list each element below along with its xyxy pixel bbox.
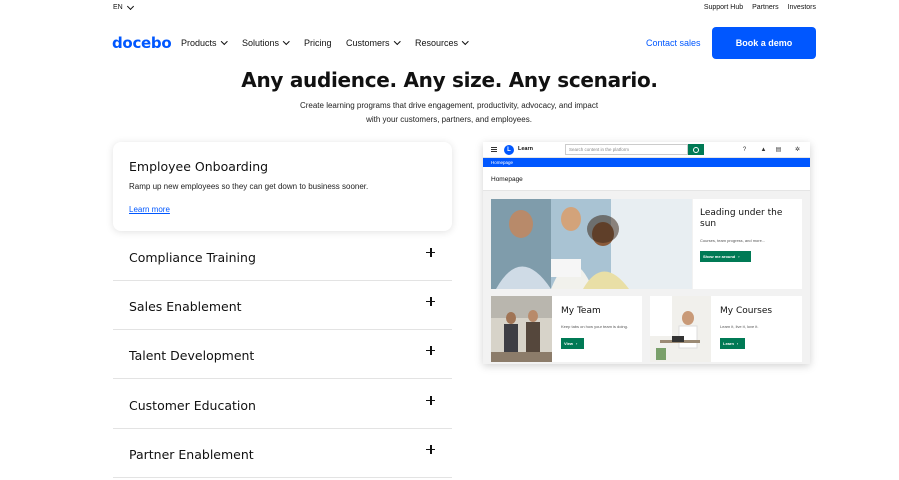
app-breadcrumb-bar: Homepage — [483, 158, 810, 167]
plus-icon — [426, 396, 435, 405]
lead-description: Courses, team progress, and more... — [700, 238, 766, 243]
nav-item-label: Solutions — [242, 38, 280, 48]
contact-sales-link[interactable]: Contact sales — [646, 38, 701, 48]
platform-preview: L Learn Search content in the platform ?… — [483, 142, 810, 364]
chevron-down-icon — [462, 38, 469, 45]
accordion-title: Partner Enablement — [129, 447, 254, 462]
my-team-tile: My Team Keep tabs on how your team is do… — [552, 296, 642, 362]
nav-item-solutions[interactable]: Solutions — [242, 38, 304, 48]
card-description: Ramp up new employees so they can get do… — [129, 182, 369, 191]
plus-icon — [426, 346, 435, 355]
app-header: L Learn Search content in the platform ?… — [483, 142, 810, 158]
chevron-down-icon — [220, 38, 227, 45]
accordion-item-sales[interactable]: Sales Enablement — [113, 281, 452, 330]
hero-title: Any audience. Any size. Any scenario. — [241, 68, 658, 92]
main-nav: docebo Products Solutions Pricing Custom… — [0, 26, 899, 60]
help-icon: ? — [742, 146, 747, 153]
utility-bar: EN Support Hub Partners Investors — [0, 0, 899, 16]
card-title: Employee Onboarding — [129, 159, 269, 174]
plus-icon — [426, 297, 435, 306]
plus-icon — [426, 248, 435, 257]
nav-item-label: Customers — [346, 38, 390, 48]
accordion-item-talent[interactable]: Talent Development — [113, 330, 452, 379]
chevron-down-icon — [126, 2, 134, 10]
accordion-title: Customer Education — [129, 398, 256, 413]
docebo-logo[interactable]: docebo — [112, 34, 172, 52]
team-photo — [491, 199, 692, 289]
tile-title: My Team — [561, 306, 601, 316]
my-courses-tile: My Courses Learn it, live it, love it. L… — [711, 296, 802, 362]
lead-title: Leading under the sun — [700, 208, 783, 229]
view-button: View › — [561, 338, 584, 349]
app-page-header: Homepage — [483, 167, 810, 191]
tile-title: My Courses — [720, 306, 773, 316]
tile-description: Keep tabs on how your team is doing. — [561, 324, 628, 329]
accordion-title: Sales Enablement — [129, 299, 242, 314]
nav-item-label: Resources — [415, 38, 459, 48]
language-selector[interactable]: EN — [113, 2, 134, 11]
show-me-around-button: Show me around › — [700, 251, 751, 262]
partners-link[interactable]: Partners — [752, 4, 778, 11]
book-demo-button[interactable]: Book a demo — [712, 27, 816, 59]
courses-tile-photo — [650, 296, 711, 362]
nav-menu: Products Solutions Pricing Customers Res… — [181, 38, 475, 48]
use-case-card-active: Employee Onboarding Ramp up new employee… — [113, 142, 452, 231]
lead-card: Leading under the sun Courses, team prog… — [693, 199, 802, 289]
app-logo: L — [504, 145, 514, 155]
support-hub-link[interactable]: Support Hub — [704, 4, 743, 11]
tile-description: Learn it, live it, love it. — [720, 324, 759, 329]
nav-item-resources[interactable]: Resources — [415, 38, 475, 48]
accordion-item-compliance[interactable]: Compliance Training — [113, 232, 452, 281]
chevron-down-icon — [283, 38, 290, 45]
nav-item-products[interactable]: Products — [181, 38, 242, 48]
accordion-title: Compliance Training — [129, 250, 256, 265]
app-name: Learn — [518, 146, 533, 152]
nav-item-label: Pricing — [304, 38, 332, 48]
language-label: EN — [113, 4, 123, 11]
search-icon — [688, 144, 704, 155]
hero-subtitle: Create learning programs that drive enga… — [299, 101, 599, 124]
learn-button: Learn › — [720, 338, 745, 349]
accordion-title: Talent Development — [129, 348, 255, 363]
nav-item-pricing[interactable]: Pricing — [304, 38, 346, 48]
hamburger-icon — [491, 147, 497, 152]
learn-more-link[interactable]: Learn more — [129, 205, 170, 214]
app-search-input: Search content in the platform — [565, 144, 688, 155]
investors-link[interactable]: Investors — [788, 4, 816, 11]
chat-icon: ▤ — [775, 147, 782, 153]
utility-links: Support Hub Partners Investors — [704, 4, 816, 11]
app-page-title: Homepage — [491, 176, 523, 183]
plus-icon — [426, 445, 435, 454]
gear-icon: ✲ — [794, 147, 801, 153]
app-breadcrumb: Homepage — [491, 160, 514, 165]
chevron-down-icon — [393, 38, 400, 45]
accordion-item-customer[interactable]: Customer Education — [113, 380, 452, 429]
bell-icon: ▲ — [760, 146, 767, 153]
team-tile-photo — [491, 296, 552, 362]
nav-item-label: Products — [181, 38, 217, 48]
accordion-item-partner[interactable]: Partner Enablement — [113, 429, 452, 478]
nav-item-customers[interactable]: Customers — [346, 38, 415, 48]
